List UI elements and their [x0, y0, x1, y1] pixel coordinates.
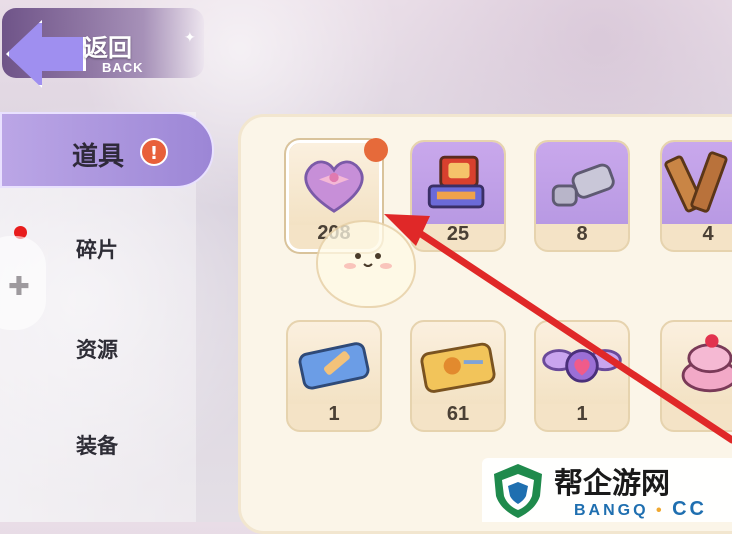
red-arrow-annotation: [384, 214, 732, 444]
watermark-sub: BANGQ • CC: [574, 498, 707, 520]
shield-logo-icon: [494, 464, 542, 518]
watermark-title: 帮企游网: [554, 466, 671, 500]
site-watermark: 帮企游网 BANGQ • CC: [482, 458, 732, 522]
